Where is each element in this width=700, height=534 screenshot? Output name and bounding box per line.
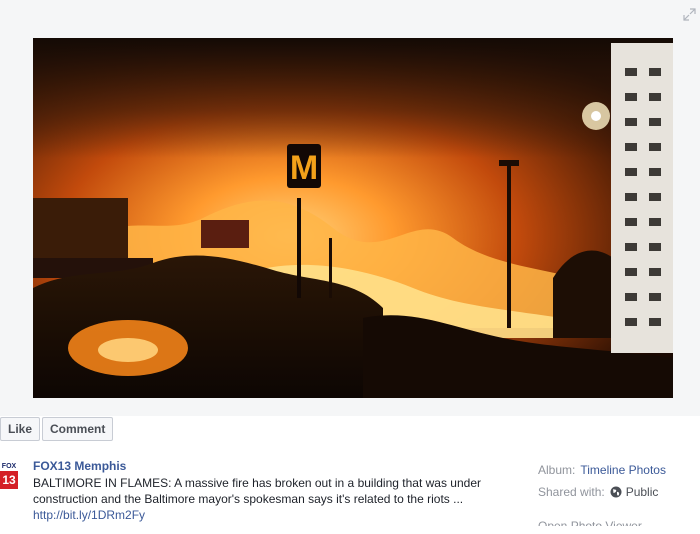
like-button[interactable]: Like (0, 417, 41, 441)
avatar-logo-number: 13 (2, 473, 16, 487)
expand-icon[interactable] (683, 8, 696, 21)
shared-with-label: Shared with: (538, 485, 605, 499)
avatar-logo-top: FOX (0, 463, 18, 471)
privacy-row: Shared with: Public (538, 481, 698, 503)
photo-viewer-stage: M (0, 0, 700, 416)
open-photo-viewer-link[interactable]: Open Photo Viewer (538, 518, 698, 526)
post-details: FOX 13 FOX13 Memphis BALTIMORE IN FLAMES… (0, 447, 700, 534)
post-short-link[interactable]: http://bit.ly/1DRm2Fy (33, 508, 145, 522)
photo-meta: Album: Timeline Photos Shared with: Publ… (538, 459, 698, 503)
restaurant-sign-letter: M (290, 149, 318, 187)
fire-scene-image: M (33, 38, 673, 398)
comment-button[interactable]: Comment (42, 417, 114, 441)
page-avatar[interactable]: FOX 13 (0, 463, 18, 489)
post-actions: Like Comment (0, 417, 114, 441)
album-row: Album: Timeline Photos (538, 459, 698, 481)
privacy-value: Public (625, 485, 659, 499)
globe-icon (610, 486, 622, 498)
page-name-link[interactable]: FOX13 Memphis (33, 459, 126, 473)
album-label: Album: (538, 463, 576, 477)
post-caption: BALTIMORE IN FLAMES: A massive fire has … (33, 476, 481, 506)
album-link[interactable]: Timeline Photos (580, 462, 666, 478)
post-photo[interactable]: M (33, 38, 673, 398)
